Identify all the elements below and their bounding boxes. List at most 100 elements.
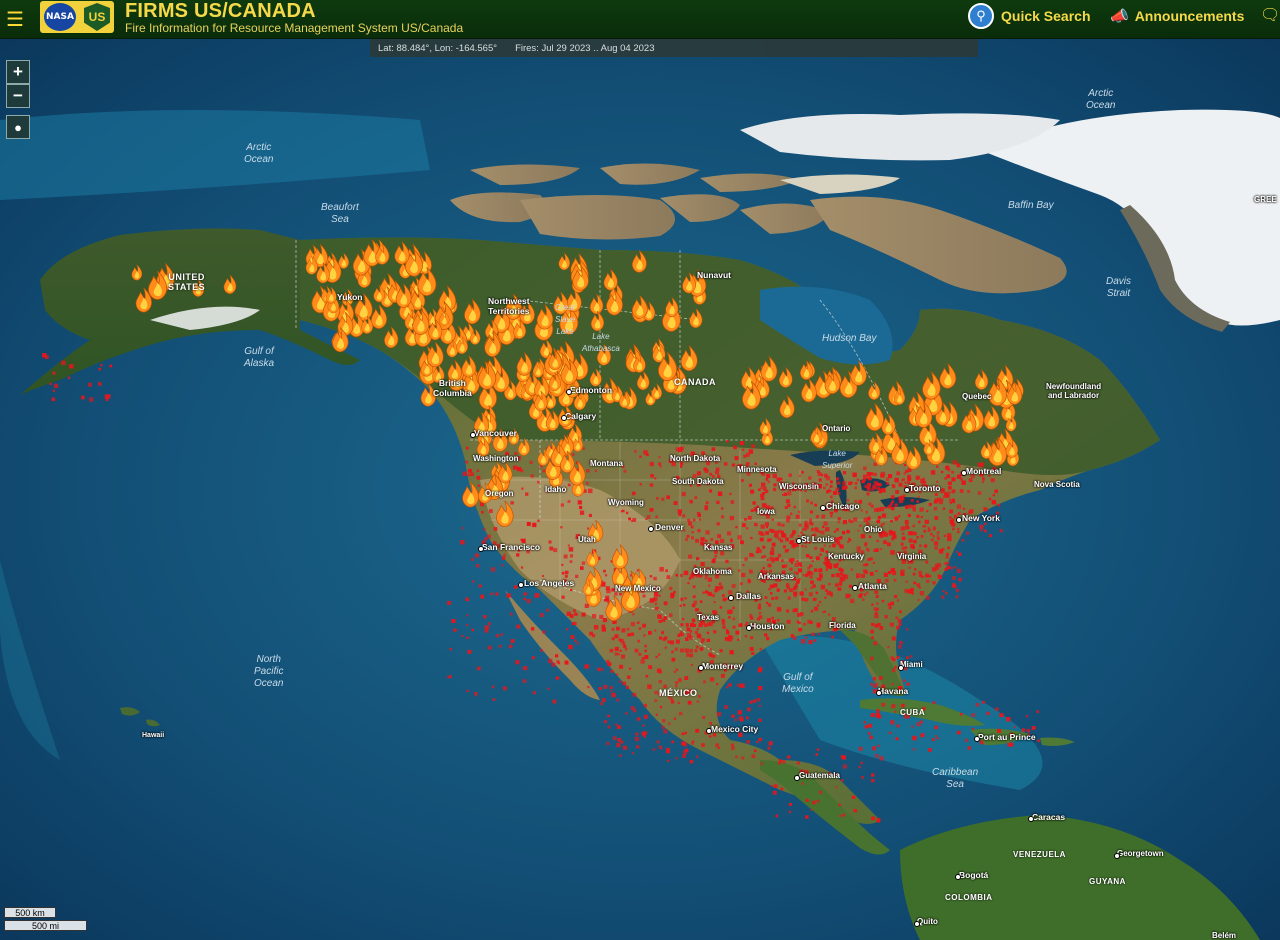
fire-detection-dot: [711, 447, 716, 451]
fire-detection-dot: [658, 456, 661, 459]
zoom-out-button[interactable]: −: [6, 84, 30, 108]
fire-detection-dot: [658, 670, 662, 674]
fire-detection-dot: [500, 633, 503, 636]
fire-detection-dot: [860, 592, 863, 596]
fire-detection-dot: [887, 542, 891, 547]
fire-detection-dot: [673, 717, 677, 720]
fire-detection-dot: [686, 653, 690, 657]
fire-detection-dot: [904, 520, 909, 524]
label-florida: Florida: [829, 621, 856, 630]
fire-detection-dot: [465, 460, 469, 464]
fire-detection-dot: [747, 515, 752, 520]
fire-detection-dot: [789, 534, 794, 538]
label-arkansas: Arkansas: [758, 572, 795, 581]
fire-detection-dot: [930, 470, 936, 475]
fire-detection-dot: [873, 641, 878, 646]
fire-detection-dot: [747, 707, 751, 712]
fire-detection-dot: [886, 481, 889, 485]
quick-search-button[interactable]: ⚲ Quick Search: [968, 3, 1091, 29]
fire-detection-dot: [759, 537, 764, 542]
city-dot-new-york: [956, 517, 962, 523]
city-dot-guatemala: [794, 775, 800, 781]
fire-detection-dot: [873, 684, 877, 688]
city-dot-port-au-prince: [974, 736, 980, 742]
fire-detection-dot: [787, 491, 792, 496]
fire-detection-dot: [950, 566, 954, 570]
fire-detection-dot: [999, 529, 1003, 533]
fire-detection-dot: [797, 568, 803, 573]
fire-detection-dot: [836, 562, 840, 566]
fire-detection-dot: [835, 537, 840, 542]
label-dallas: Dallas: [736, 591, 762, 601]
zoom-in-button[interactable]: +: [6, 60, 30, 84]
fire-detection-dot: [962, 507, 965, 510]
fire-detection-dot: [825, 565, 829, 569]
location-pin-icon[interactable]: ●: [6, 115, 30, 139]
fire-detection-dot: [679, 573, 683, 577]
fire-detection-dot: [667, 759, 670, 763]
fire-detection-dot: [934, 546, 938, 550]
fire-detection-dot: [695, 728, 700, 733]
fire-detection-dot: [97, 382, 102, 386]
hamburger-menu-icon[interactable]: ☰: [0, 0, 30, 38]
fire-detection-dot: [634, 736, 640, 742]
fire-detection-dot: [871, 773, 875, 777]
city-dot-monterrey: [698, 665, 704, 671]
fire-detection-dot: [762, 545, 766, 549]
fire-map[interactable]: Arctic Ocean Arctic Ocean Beaufort Sea B…: [0, 38, 1280, 940]
fire-detection-dot: [731, 584, 736, 588]
announcements-button[interactable]: 📣 Announcements: [1110, 7, 1244, 25]
fire-detection-dot: [645, 674, 649, 678]
fire-detection-dot: [687, 518, 691, 522]
fire-detection-dot: [87, 382, 92, 387]
fire-detection-dot: [624, 647, 628, 651]
fire-detection-dot: [839, 544, 844, 549]
fire-detection-dot: [501, 556, 506, 560]
fire-detection-dot: [692, 595, 696, 599]
fire-detection-dot: [694, 496, 698, 500]
fire-detection-dot: [542, 630, 546, 634]
fire-detection-dot: [705, 530, 710, 535]
fire-detection-dot: [617, 737, 622, 742]
city-dot-dallas: [728, 595, 734, 601]
fire-detection-dot: [746, 527, 749, 530]
fire-detection-dot: [766, 473, 771, 478]
fire-detection-dot: [899, 499, 904, 504]
fire-detection-dot: [902, 569, 905, 572]
fire-detection-dot: [916, 536, 919, 539]
fire-detection-dot: [783, 492, 788, 496]
fire-detection-dot: [601, 698, 606, 703]
fire-detection-dot: [830, 480, 833, 484]
fire-detection-dot: [773, 784, 778, 788]
city-dot-chicago: [820, 505, 826, 511]
fire-detection-dot: [466, 624, 469, 627]
fire-detection-dot: [901, 479, 904, 482]
label-nova-scotia: Nova Scotia: [1034, 480, 1080, 489]
fire-detection-dot: [722, 625, 726, 629]
water-label-beaufort: Beaufort Sea: [321, 202, 359, 225]
fire-detection-dot: [622, 681, 627, 686]
fire-detection-dot: [690, 525, 694, 529]
label-guatemala: Guatemala: [799, 771, 840, 780]
fire-detection-dot: [758, 718, 762, 722]
chat-icon[interactable]: 🗨: [1260, 5, 1280, 25]
fire-detection-dot: [540, 649, 543, 652]
fire-detection-dot: [495, 592, 499, 596]
fire-detection-dot: [553, 548, 558, 553]
fire-detection-dot: [796, 580, 800, 584]
fire-detection-dot: [658, 680, 662, 684]
fire-detection-dot: [861, 573, 866, 578]
fire-detection-dot: [809, 518, 812, 521]
fire-detection-dot: [955, 550, 958, 553]
fire-detection-dot: [866, 487, 871, 492]
fire-detection-dot: [941, 470, 944, 474]
fire-detection-dot: [542, 469, 546, 473]
label-guyana: GUYANA: [1089, 877, 1126, 886]
fire-detection-dot: [727, 635, 732, 639]
fire-detection-dot: [713, 601, 716, 604]
fire-detection-dot: [837, 492, 841, 495]
water-label-pacific: North Pacific Ocean: [254, 654, 284, 689]
fire-detection-dot: [982, 477, 985, 481]
fire-detection-dot: [807, 619, 811, 624]
fire-detection-dot: [658, 594, 661, 597]
